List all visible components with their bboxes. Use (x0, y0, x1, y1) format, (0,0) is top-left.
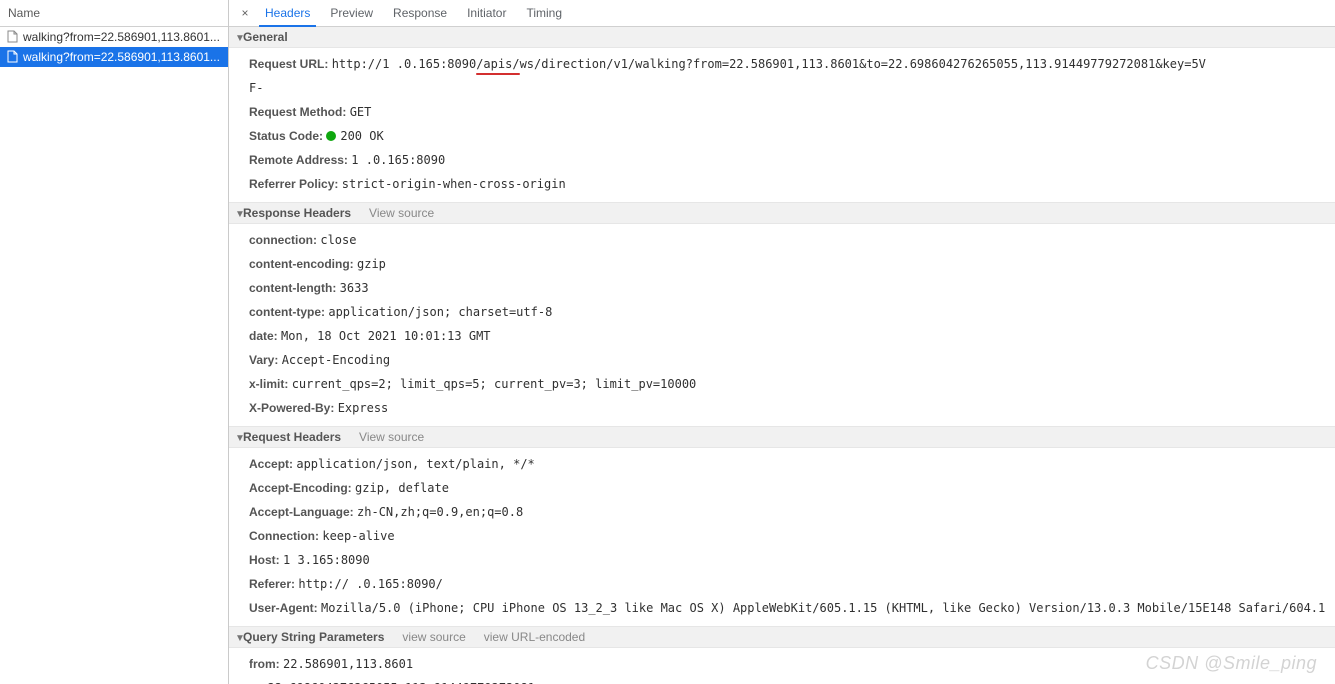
tab-response[interactable]: Response (383, 0, 457, 26)
header-row: Accept-Language: zh-CN,zh;q=0.9,en;q=0.8 (249, 500, 1335, 524)
disclosure-triangle-icon: ▼ (235, 209, 243, 220)
param-row: from: 22.586901,113.8601 (249, 652, 1335, 676)
view-url-encoded-link[interactable]: view URL-encoded (484, 630, 585, 644)
request-url-row: Request URL: http://1 .0.165:8090/apis/w… (249, 52, 1335, 76)
section-title: General (243, 30, 288, 44)
header-row: date: Mon, 18 Oct 2021 10:01:13 GMT (249, 324, 1335, 348)
view-source-link[interactable]: view source (402, 630, 465, 644)
header-row: content-length: 3633 (249, 276, 1335, 300)
tab-timing[interactable]: Timing (516, 0, 572, 26)
detail-pane: × Headers Preview Response Initiator Tim… (229, 0, 1335, 684)
view-source-link[interactable]: View source (369, 206, 434, 220)
view-source-link[interactable]: View source (359, 430, 424, 444)
remote-address-row: Remote Address: 1 .0.165:8090 (249, 148, 1335, 172)
header-row: content-type: application/json; charset=… (249, 300, 1335, 324)
header-row: x-limit: current_qps=2; limit_qps=5; cur… (249, 372, 1335, 396)
kv-value: http://1 .0.165:8090/apis/ws/direction/v… (332, 57, 1206, 71)
document-icon (7, 30, 19, 44)
tab-initiator[interactable]: Initiator (457, 0, 516, 26)
sidebar-header-name[interactable]: Name (0, 0, 228, 27)
close-icon[interactable]: × (235, 0, 255, 26)
disclosure-triangle-icon: ▼ (235, 633, 243, 644)
header-row: Vary: Accept-Encoding (249, 348, 1335, 372)
section-request-headers-header[interactable]: ▼Request Headers View source (229, 426, 1335, 448)
kv-label: Request URL: (249, 57, 328, 71)
section-response-headers-header[interactable]: ▼Response Headers View source (229, 202, 1335, 224)
general-block: Request URL: http://1 .0.165:8090/apis/w… (229, 48, 1335, 202)
disclosure-triangle-icon: ▼ (235, 433, 243, 444)
header-row: User-Agent: Mozilla/5.0 (iPhone; CPU iPh… (249, 596, 1335, 620)
query-params-block: from: 22.586901,113.8601 to: 22.69860427… (229, 648, 1335, 684)
header-row: X-Powered-By: Express (249, 396, 1335, 420)
request-method-row: Request Method: GET (249, 100, 1335, 124)
header-row: Connection: keep-alive (249, 524, 1335, 548)
request-item[interactable]: walking?from=22.586901,113.8601... (0, 27, 228, 47)
detail-tabbar: × Headers Preview Response Initiator Tim… (229, 0, 1335, 27)
tab-preview[interactable]: Preview (320, 0, 383, 26)
highlighted-path-segment: /apis/ (476, 57, 519, 71)
request-item[interactable]: walking?from=22.586901,113.8601... (0, 47, 228, 67)
request-item-label: walking?from=22.586901,113.8601... (23, 50, 220, 64)
header-row: Accept-Encoding: gzip, deflate (249, 476, 1335, 500)
section-query-params-header[interactable]: ▼Query String Parameters view source vie… (229, 626, 1335, 648)
header-row: Accept: application/json, text/plain, */… (249, 452, 1335, 476)
param-row: to: 22.698604276265055,113.9144977927208… (249, 676, 1335, 684)
section-title: Query String Parameters (243, 630, 384, 644)
header-row: Referer: http:// .0.165:8090/ (249, 572, 1335, 596)
section-general-header[interactable]: ▼General (229, 27, 1335, 48)
tab-headers[interactable]: Headers (255, 0, 320, 26)
request-list: walking?from=22.586901,113.8601... walki… (0, 27, 228, 684)
disclosure-triangle-icon: ▼ (235, 33, 243, 44)
header-row: content-encoding: gzip (249, 252, 1335, 276)
status-code-row: Status Code: 200 OK (249, 124, 1335, 148)
request-headers-block: Accept: application/json, text/plain, */… (229, 448, 1335, 626)
header-row: Host: 1 3.165:8090 (249, 548, 1335, 572)
network-request-sidebar: Name walking?from=22.586901,113.8601... … (0, 0, 229, 684)
response-headers-block: connection: close content-encoding: gzip… (229, 224, 1335, 426)
header-row: connection: close (249, 228, 1335, 252)
referrer-policy-row: Referrer Policy: strict-origin-when-cros… (249, 172, 1335, 196)
section-title: Response Headers (243, 206, 351, 220)
section-title: Request Headers (243, 430, 341, 444)
headers-detail[interactable]: ▼General Request URL: http://1 .0.165:80… (229, 27, 1335, 684)
document-icon (7, 50, 19, 64)
status-dot-icon (326, 131, 336, 141)
request-url-row-2: F- (249, 76, 1335, 100)
request-item-label: walking?from=22.586901,113.8601... (23, 30, 220, 44)
